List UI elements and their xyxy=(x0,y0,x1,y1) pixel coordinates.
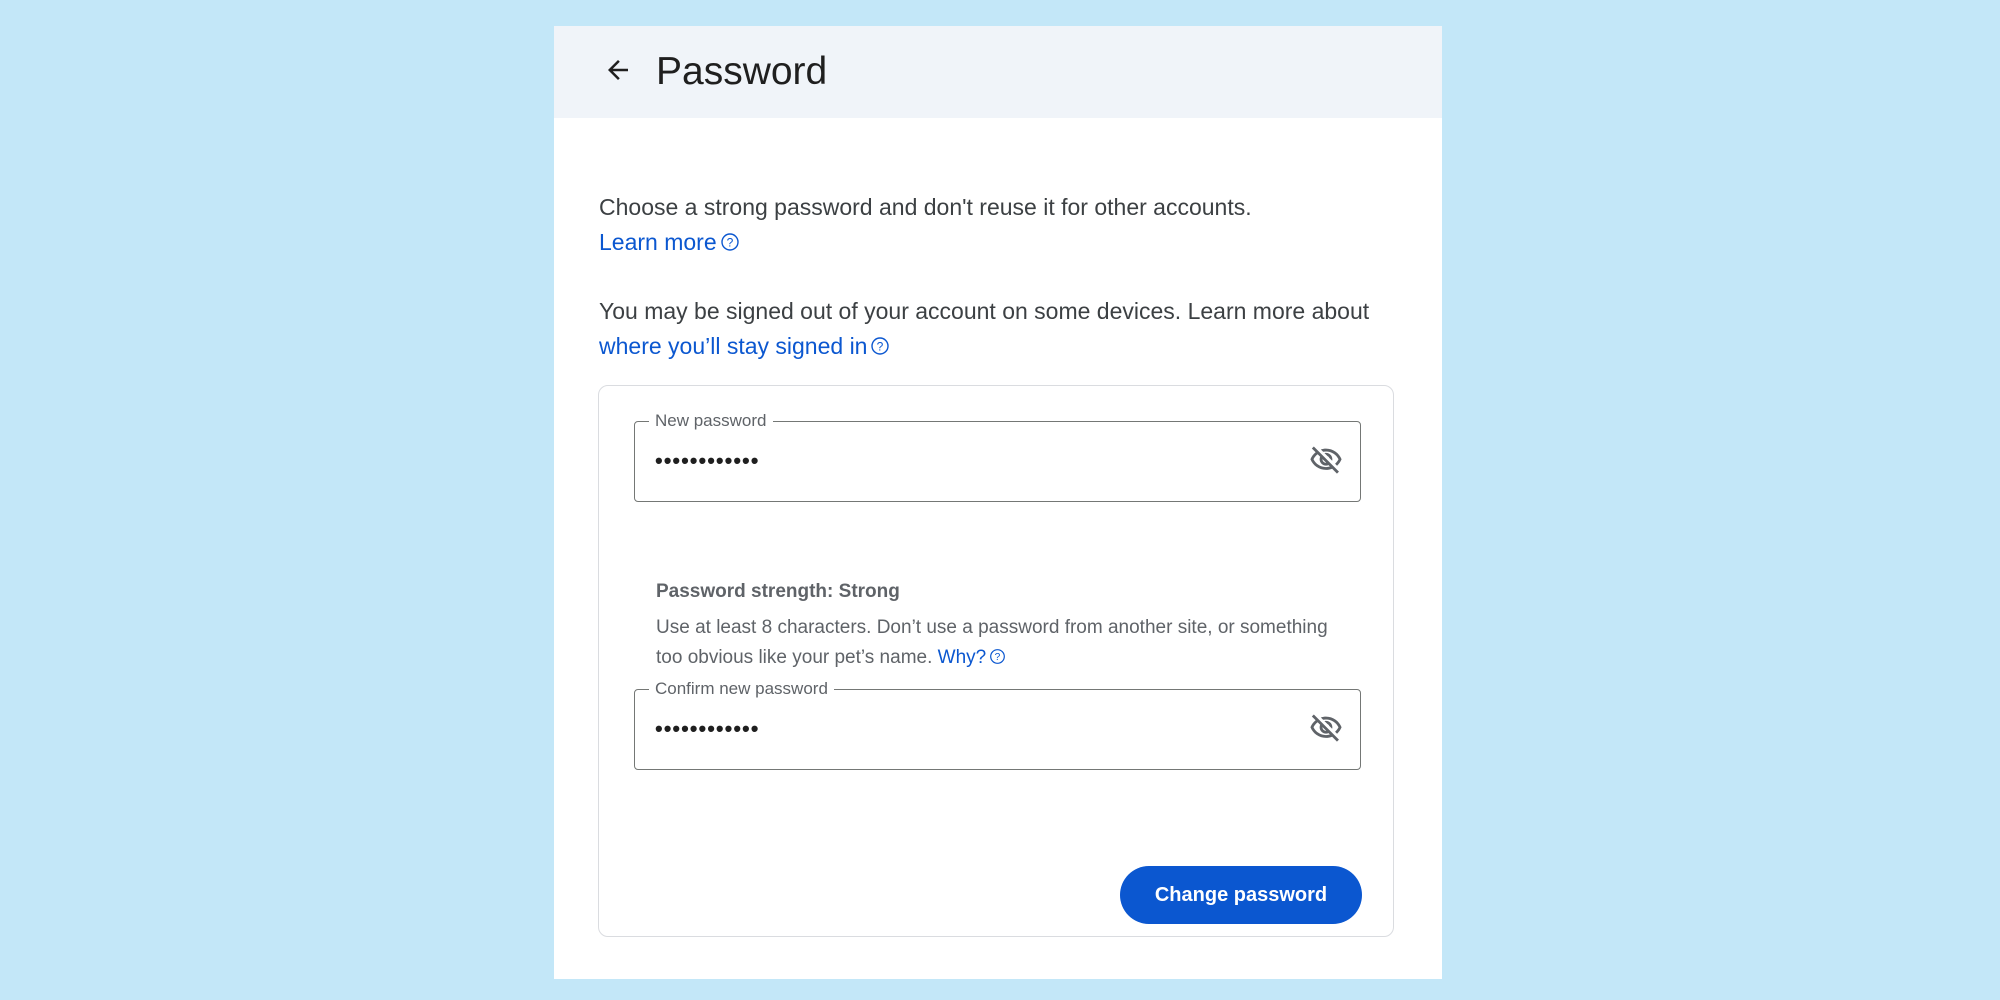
toggle-password-visibility-button[interactable] xyxy=(1306,442,1346,482)
new-password-label: New password xyxy=(649,411,773,431)
password-strength-description: Use at least 8 characters. Don’t use a p… xyxy=(656,613,1336,675)
help-icon[interactable]: ? xyxy=(989,645,1006,675)
intro-text: Choose a strong password and don't reuse… xyxy=(599,194,1252,220)
arrow-back-icon xyxy=(603,55,633,90)
confirm-password-value[interactable]: •••••••••••• xyxy=(655,712,759,746)
why-link[interactable]: Why? xyxy=(938,647,987,668)
visibility-off-icon xyxy=(1309,711,1343,750)
password-panel: Password Choose a strong password and do… xyxy=(554,26,1442,979)
intro-paragraph: Choose a strong password and don't reuse… xyxy=(599,190,1252,262)
change-password-button[interactable]: Change password xyxy=(1120,866,1362,924)
signout-text: You may be signed out of your account on… xyxy=(599,298,1370,324)
back-button[interactable] xyxy=(598,52,638,92)
confirm-password-label: Confirm new password xyxy=(649,679,834,699)
visibility-off-icon xyxy=(1309,443,1343,482)
svg-text:?: ? xyxy=(726,235,733,249)
svg-text:?: ? xyxy=(877,339,884,353)
page-header: Password xyxy=(554,26,1442,118)
learn-more-link[interactable]: Learn more xyxy=(599,229,717,255)
toggle-confirm-visibility-button[interactable] xyxy=(1306,710,1346,750)
help-icon[interactable]: ? xyxy=(720,227,740,262)
page-title: Password xyxy=(656,50,828,93)
help-icon[interactable]: ? xyxy=(870,331,890,366)
new-password-field[interactable]: New password •••••••••••• xyxy=(634,411,1361,502)
password-strength-title: Password strength: Strong xyxy=(656,581,900,602)
signout-notice: You may be signed out of your account on… xyxy=(599,294,1369,366)
password-form-card: New password •••••••••••• Password stren… xyxy=(598,385,1394,937)
stay-signed-in-link[interactable]: where you’ll stay signed in xyxy=(599,333,867,359)
new-password-value[interactable]: •••••••••••• xyxy=(655,444,759,478)
svg-text:?: ? xyxy=(995,652,1001,663)
confirm-password-field[interactable]: Confirm new password •••••••••••• xyxy=(634,679,1361,770)
